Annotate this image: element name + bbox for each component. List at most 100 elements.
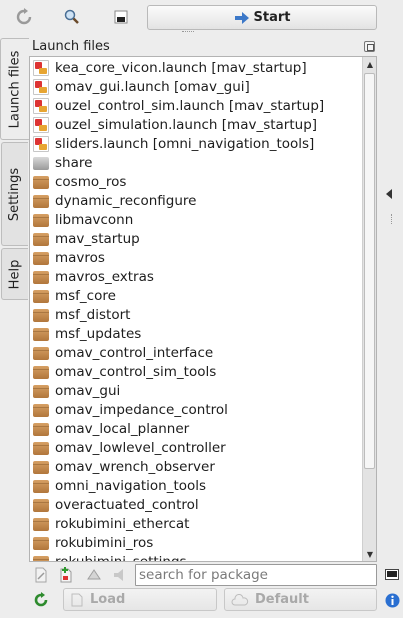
package-folder-icon [33, 233, 49, 246]
share-folder-icon [33, 157, 49, 170]
package-item[interactable]: mavros_extras [30, 267, 363, 286]
package-item[interactable]: msf_core [30, 286, 363, 305]
package-folder-icon [33, 214, 49, 227]
launch-file-item[interactable]: ouzel_simulation.launch [mav_startup] [30, 115, 363, 134]
load-button[interactable]: Load [63, 588, 217, 611]
edit-file-button[interactable] [32, 566, 50, 584]
package-item[interactable]: rokubimini_ethercat [30, 514, 363, 533]
package-folder-icon [33, 195, 49, 208]
package-folder-icon [33, 309, 49, 322]
info-icon [385, 593, 399, 607]
package-item[interactable]: rokubimini_settings [30, 552, 363, 562]
default-label: Default [255, 592, 309, 607]
package-item[interactable]: omav_gui [30, 381, 363, 400]
package-folder-icon [33, 290, 49, 303]
search-launch-button[interactable] [58, 5, 86, 29]
package-item[interactable]: omni_navigation_tools [30, 476, 363, 495]
item-label: sliders.launch [omni_navigation_tools] [55, 135, 315, 152]
package-item[interactable]: share [30, 153, 363, 172]
package-item[interactable]: omav_impedance_control [30, 400, 363, 419]
start-button[interactable]: Start [147, 5, 377, 30]
package-folder-icon [33, 480, 49, 493]
load-document-icon [71, 593, 83, 606]
item-label: rokubimini_settings [55, 553, 187, 562]
load-label: Load [90, 592, 126, 607]
item-label: msf_distort [55, 306, 131, 323]
item-label: kea_core_vicon.launch [mav_startup] [55, 59, 307, 76]
info-button[interactable] [383, 591, 401, 609]
launch-files-window: Start Launch files Settings Help Launch … [0, 0, 403, 618]
package-item[interactable]: omav_lowlevel_controller [30, 438, 363, 457]
launch-file-icon [33, 97, 49, 114]
package-folder-icon [33, 252, 49, 265]
screen-button[interactable] [383, 566, 401, 584]
package-folder-icon [33, 556, 49, 561]
collapse-arrow-icon[interactable] [386, 189, 392, 199]
tab-help[interactable]: Help [1, 248, 28, 300]
play-button[interactable] [111, 566, 129, 584]
package-folder-icon [33, 366, 49, 379]
screen-icon [385, 569, 399, 580]
dock-grip [391, 214, 393, 224]
package-item[interactable]: mavros [30, 248, 363, 267]
package-item[interactable]: omav_wrench_observer [30, 457, 363, 476]
package-item[interactable]: omav_local_planner [30, 419, 363, 438]
launch-file-item[interactable]: kea_core_vicon.launch [mav_startup] [30, 58, 363, 77]
item-label: libmavconn [55, 211, 134, 228]
new-file-button[interactable] [57, 566, 75, 584]
item-label: ouzel_simulation.launch [mav_startup] [55, 116, 318, 133]
launch-file-item[interactable]: omav_gui.launch [omav_gui] [30, 77, 363, 96]
package-folder-icon [33, 442, 49, 455]
package-item[interactable]: overactuated_control [30, 495, 363, 514]
item-label: dynamic_reconfigure [55, 192, 197, 209]
item-label: mav_startup [55, 230, 140, 247]
package-item[interactable]: msf_updates [30, 324, 363, 343]
package-item[interactable]: mav_startup [30, 229, 363, 248]
panel-title: Launch files [32, 39, 110, 54]
launch-file-icon [33, 78, 49, 95]
item-label: rokubimini_ethercat [55, 515, 190, 532]
launch-file-item[interactable]: sliders.launch [omni_navigation_tools] [30, 134, 363, 153]
package-item[interactable]: rokubimini_ros [30, 533, 363, 552]
open-terminal-button[interactable] [107, 5, 135, 29]
vertical-scrollbar[interactable]: ▲ ▼ [362, 57, 376, 561]
package-folder-icon [33, 176, 49, 189]
package-item[interactable]: libmavconn [30, 210, 363, 229]
item-label: omav_wrench_observer [55, 458, 215, 475]
scroll-down-arrow-icon[interactable]: ▼ [363, 547, 376, 561]
transfer-button[interactable] [85, 566, 103, 584]
package-search-input[interactable] [135, 564, 377, 586]
scrollbar-thumb[interactable] [364, 73, 375, 469]
toolbar-grip [182, 31, 194, 34]
package-item[interactable]: cosmo_ros [30, 172, 363, 191]
package-item[interactable]: dynamic_reconfigure [30, 191, 363, 210]
item-label: rokubimini_ros [55, 534, 154, 551]
default-button[interactable]: Default [224, 588, 377, 611]
reload-button[interactable] [10, 5, 38, 29]
tab-settings[interactable]: Settings [1, 142, 28, 246]
item-label: msf_core [55, 287, 116, 304]
item-label: omav_impedance_control [55, 401, 228, 418]
green-refresh-icon [34, 592, 48, 607]
launch-file-icon [33, 59, 49, 76]
item-label: omav_local_planner [55, 420, 190, 437]
package-item[interactable]: omav_control_sim_tools [30, 362, 363, 381]
speaker-icon [114, 569, 123, 581]
package-folder-icon [33, 461, 49, 474]
launch-file-item[interactable]: ouzel_control_sim.launch [mav_startup] [30, 96, 363, 115]
package-folder-icon [33, 499, 49, 512]
scroll-up-arrow-icon[interactable]: ▲ [363, 57, 376, 71]
side-tab-bar: Launch files Settings Help [0, 38, 29, 300]
float-panel-button[interactable] [364, 41, 375, 52]
tab-launch-files[interactable]: Launch files [0, 38, 29, 140]
refresh-icon [16, 8, 32, 25]
launch-file-list[interactable]: kea_core_vicon.launch [mav_startup] omav_… [29, 56, 377, 562]
package-item[interactable]: omav_control_interface [30, 343, 363, 362]
transfer-icon [87, 569, 101, 580]
tab-launch-files-label: Launch files [7, 50, 23, 128]
start-arrow-icon [234, 11, 249, 24]
package-item[interactable]: msf_distort [30, 305, 363, 324]
cloud-icon [231, 593, 249, 605]
refresh-packages-button[interactable] [32, 591, 50, 609]
tab-settings-label: Settings [7, 167, 23, 221]
